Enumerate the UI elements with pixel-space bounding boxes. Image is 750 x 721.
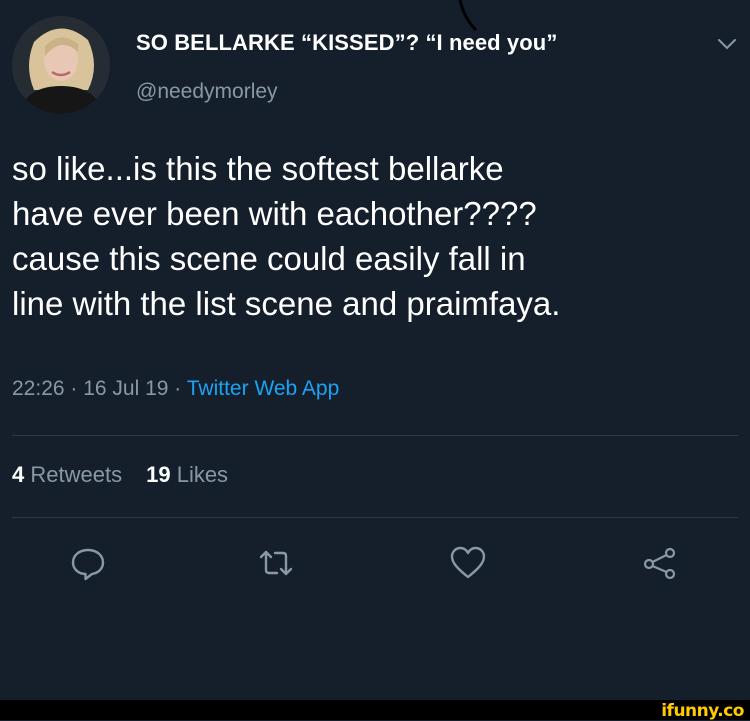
likes-stat[interactable]: 19 Likes [146, 462, 228, 487]
tweet-source[interactable]: Twitter Web App [187, 377, 340, 400]
likes-count: 19 [146, 462, 171, 487]
like-button[interactable] [448, 543, 488, 583]
retweet-button[interactable] [256, 543, 296, 583]
heart-icon [450, 546, 486, 579]
reply-button[interactable] [68, 543, 108, 583]
divider [12, 435, 738, 436]
retweets-label: Retweets [30, 462, 123, 487]
share-button[interactable] [640, 543, 680, 583]
chevron-down-icon[interactable] [716, 36, 738, 52]
meta-separator: · [64, 377, 84, 400]
user-handle[interactable]: @needymorley [136, 80, 278, 104]
tweet-date[interactable]: 16 Jul 19 [83, 377, 168, 400]
meta-separator: · [168, 377, 187, 400]
scratch-mark [458, 0, 478, 32]
tweet-text: so like...is this the softest bellarke h… [12, 150, 561, 322]
tweet-card: SO BELLARKE “KISSED”? “I need you” @need… [0, 0, 750, 700]
tweet-time[interactable]: 22:26 [12, 377, 65, 400]
retweets-count: 4 [12, 462, 25, 487]
avatar[interactable] [12, 16, 110, 114]
engagement-stats: 4 Retweets 19 Likes [12, 462, 228, 488]
retweet-stat[interactable]: 4 Retweets [12, 462, 122, 487]
reply-icon [71, 548, 105, 581]
tweet-meta: 22:26 · 16 Jul 19 · Twitter Web App [12, 377, 339, 401]
avatar-photo [12, 16, 110, 114]
ifunny-watermark: ifunny.co [661, 701, 744, 721]
share-icon [643, 547, 676, 580]
divider [12, 517, 738, 518]
likes-label: Likes [176, 462, 229, 487]
display-name[interactable]: SO BELLARKE “KISSED”? “I need you” [136, 30, 557, 56]
retweet-icon [259, 550, 293, 576]
watermark-bar: ifunny.co [0, 700, 750, 721]
